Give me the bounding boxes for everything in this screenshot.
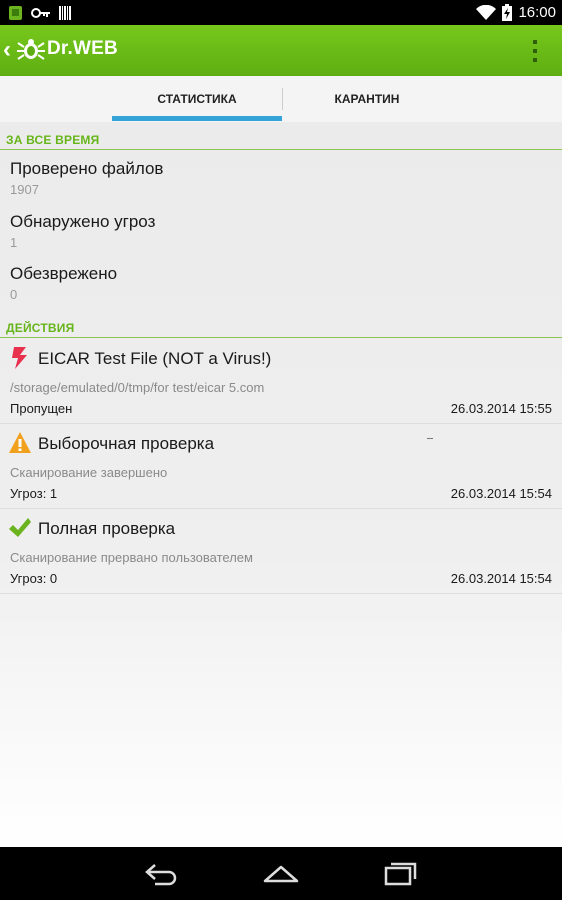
section-header-actions: ДЕЙСТВИЯ [6,321,75,335]
home-icon[interactable] [261,859,301,887]
action-status: Угроз: 0 [10,571,58,586]
action-date: 26.03.2014 15:54 [450,571,552,586]
lightning-threat-icon [12,347,27,369]
action-subtitle: Сканирование завершено [10,465,168,480]
action-date: 26.03.2014 15:54 [450,486,552,501]
action-subtitle: /storage/emulated/0/tmp/for test/eicar 5… [10,380,265,395]
section-divider [0,149,562,150]
status-bar: 16:00 [0,0,562,25]
action-item-custom-scan[interactable]: Выборочная проверка Сканирование заверше… [0,423,562,508]
action-status: Угроз: 1 [10,486,58,501]
stat-value-neutralized: 0 [10,287,18,302]
action-subtitle: Сканирование прервано пользователем [10,550,253,565]
stat-title-threats-found: Обнаружено угроз [10,212,156,231]
barcode-icon [59,5,71,20]
key-icon [31,7,50,18]
action-date: 26.03.2014 15:55 [450,401,552,416]
action-title: Выборочная проверка [38,434,215,453]
recents-icon[interactable] [381,859,421,887]
warning-icon [9,432,31,453]
status-time: 16:00 [518,4,556,21]
action-bar: ‹ Dr.WEB [0,25,562,76]
stat-title-neutralized: Обезврежено [10,264,118,283]
stat-value-threats-found: 1 [10,235,18,250]
action-item-eicar[interactable]: EICAR Test File (NOT a Virus!) /storage/… [0,338,562,423]
up-navigation-icon[interactable]: ‹ [3,37,11,63]
stat-title-checked-files: Проверено файлов [10,159,164,178]
overflow-menu-icon[interactable] [532,40,538,62]
drweb-spider-icon[interactable] [17,37,45,63]
progress-dash [427,438,433,439]
checkmark-icon [9,518,31,537]
stat-value-checked-files: 1907 [10,182,39,197]
tab-divider [282,88,283,110]
section-header-all-time: ЗА ВСЕ ВРЕМЯ [6,133,100,147]
tab-quarantine[interactable]: КАРАНТИН [282,76,452,122]
back-icon[interactable] [141,859,181,887]
navigation-bar [0,847,562,900]
action-title: Полная проверка [38,519,176,538]
app-title[interactable]: Dr.WEB [47,38,118,60]
action-title: EICAR Test File (NOT a Virus!) [38,349,272,368]
tab-selected-indicator [112,116,282,121]
action-item-full-scan[interactable]: Полная проверка Сканирование прервано по… [0,508,562,593]
action-status: Пропущен [10,401,73,416]
battery-charging-icon [502,4,513,21]
wifi-icon [476,4,497,20]
row-divider [0,593,562,594]
app-notification-icon [9,6,22,20]
